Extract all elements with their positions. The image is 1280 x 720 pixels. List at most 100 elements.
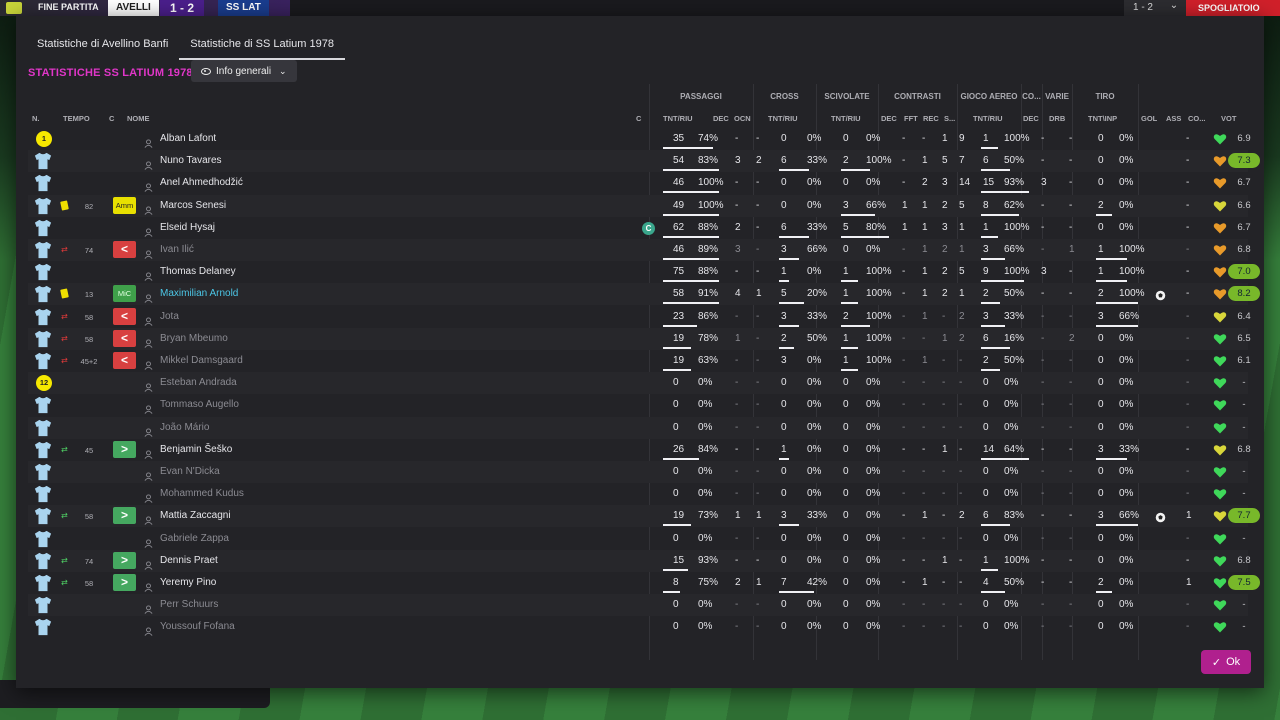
player-profile-icon[interactable]: [144, 157, 153, 171]
col-header-fouls[interactable]: FFT: [904, 114, 918, 123]
player-profile-icon[interactable]: [144, 535, 153, 548]
player-profile-icon[interactable]: [144, 468, 153, 481]
cross-accuracy: 33%: [807, 510, 828, 522]
table-row[interactable]: 12 Esteban Andrada 0 0% - - 0 0% 0 0% - - - - 0 0% - - 0 0%…: [28, 372, 1248, 395]
player-profile-icon[interactable]: [144, 268, 153, 282]
table-row[interactable]: ⇄ 45+2 < Mikkel Damsgaard 19 63% - -3 0% 1 100% -1-…: [28, 350, 1251, 372]
table-row[interactable]: Anel Ahmedhodžić 46 100% - -0 0% 0 0% -2 3 14 15 93%…: [28, 172, 1251, 194]
table-row[interactable]: 1 Alban Lafont 35 74% - -0 0% 0 0% - -1 9 1 100% - -0 0%…: [28, 128, 1251, 150]
table-row[interactable]: Thomas Delaney 75 88% - -1 0% 1 100% -1 2 5 9 100% 3-…: [28, 261, 1260, 283]
tab-away-stats[interactable]: Statistiche di SS Latium 1978: [179, 32, 345, 60]
col-header-recoveries[interactable]: REC: [923, 114, 939, 123]
table-row[interactable]: 82 Amm Marcos Senesi 49 100% - -0 0% 3 66% 1 1 2 5 8 62…: [28, 194, 1251, 217]
player-name-link[interactable]: Alban Lafont: [160, 133, 216, 144]
match-scoreboard[interactable]: FINE PARTITA AVELLI 1 - 2 SS LAT: [0, 0, 290, 16]
player-profile-icon[interactable]: [144, 490, 153, 504]
col-header-co-dec[interactable]: DEC: [1023, 114, 1039, 123]
col-header-card[interactable]: C: [109, 114, 114, 123]
player-name-link[interactable]: Marcos Senesi: [160, 200, 226, 211]
player-profile-icon[interactable]: [144, 335, 153, 348]
table-row[interactable]: 13 MiC Maximilian Arnold 58 91% 4 1 5 20% 1 100% -1…: [28, 283, 1260, 306]
player-name-link[interactable]: Elseid Hysaj: [160, 222, 215, 233]
player-name-link[interactable]: Benjamin Šeško: [160, 444, 232, 455]
table-row[interactable]: ⇄ 58 > Mattia Zaccagni 19 73% 1 1 3 33% 0 0% - 1 - 2 6 83…: [28, 505, 1260, 528]
col-header-rating[interactable]: VOT: [1221, 114, 1236, 123]
player-profile-icon[interactable]: [144, 424, 153, 437]
assists: -: [1186, 288, 1190, 300]
table-row[interactable]: ⇄ 45 > Benjamin Šeško 26 84% - -1 0% 0 0% - -1-14 64%…: [28, 439, 1251, 461]
table-row[interactable]: João Mário 0 0% - - 0 0% 0 0% - - - - 0 0% - - 0 0% - -: [28, 416, 1248, 439]
table-row[interactable]: Nuno Tavares 54 83% 3 2 6 33% 2 100% -1 5 7 6 50% - -0 0…: [28, 150, 1260, 173]
player-name-link[interactable]: Yeremy Pino: [160, 577, 216, 588]
col-header-tackle-att[interactable]: TNT/RIU: [831, 114, 861, 123]
player-name-link[interactable]: Ivan Ilić: [160, 244, 194, 255]
table-row[interactable]: ⇄ 74 < Ivan Ilić 46 89% 3-3 66% 0 0% -1 2 1 3 66% -1 1 10…: [28, 239, 1251, 261]
table-row[interactable]: Perr Schuurs 0 0% - - 0 0% 0 0% - - - - 0 0% - - 0 0% - -: [28, 594, 1248, 617]
table-row[interactable]: ⇄ 58 < Bryan Mbeumo 19 78% 1-2 50% 1 100% - -1 2 6 16%…: [28, 327, 1251, 350]
player-name-link[interactable]: Mikkel Damsgaard: [160, 355, 243, 366]
player-name-link[interactable]: Dennis Praet: [160, 555, 218, 566]
col-header-pass-dec[interactable]: DEC: [713, 114, 729, 123]
player-profile-icon[interactable]: [144, 202, 153, 215]
player-profile-icon[interactable]: [144, 313, 153, 326]
player-profile-icon[interactable]: [144, 401, 153, 415]
table-row[interactable]: ⇄ 74 > Dennis Praet 15 93% - -0 0% 0 0% - -1-1 100% - -…: [28, 549, 1251, 572]
col-header-pass-att[interactable]: TNT/RIU: [663, 114, 693, 123]
chevron-down-icon[interactable]: ⌄: [1162, 0, 1186, 16]
player-name-link[interactable]: Mattia Zaccagni: [160, 510, 231, 521]
player-profile-icon[interactable]: [144, 512, 153, 526]
player-name-link[interactable]: Mohammed Kudus: [160, 488, 244, 499]
player-name-link[interactable]: Jota: [160, 311, 179, 322]
col-header-aerial-att[interactable]: TNT/RIU: [973, 114, 1003, 123]
tab-home-stats[interactable]: Statistiche di Avellino Banfi: [26, 32, 179, 60]
player-profile-icon[interactable]: [144, 224, 153, 237]
player-name-link[interactable]: Thomas Delaney: [160, 266, 236, 277]
table-row[interactable]: Youssouf Fofana 0 0% - - 0 0% 0 0% - - - - 0 0% - - 0 0% - -: [28, 616, 1248, 638]
col-header-assists[interactable]: ASS: [1166, 114, 1181, 123]
ok-button[interactable]: ✓ Ok: [1201, 650, 1251, 674]
player-profile-icon[interactable]: [144, 290, 153, 304]
player-profile-icon[interactable]: [144, 246, 153, 259]
player-name-link[interactable]: Nuno Tavares: [160, 155, 222, 166]
view-selector-dropdown[interactable]: Info generali ⌄: [191, 60, 297, 82]
player-profile-icon[interactable]: [144, 379, 153, 393]
player-profile-icon[interactable]: [144, 135, 153, 148]
player-profile-icon[interactable]: [144, 357, 153, 370]
player-name-link[interactable]: Gabriele Zappa: [160, 533, 229, 544]
player-name-link[interactable]: Bryan Mbeumo: [160, 333, 228, 344]
player-profile-icon[interactable]: [144, 623, 153, 637]
table-row[interactable]: Mohammed Kudus 0 0% - - 0 0% 0 0% - - - - 0 0% - - 0 0% - -: [28, 483, 1248, 505]
player-name-link[interactable]: Tommaso Augello: [160, 399, 239, 410]
player-name-link[interactable]: Maximilian Arnold: [160, 288, 238, 299]
table-row[interactable]: Evan N'Dicka 0 0% - - 0 0% 0 0% - - - - 0 0% - - 0 0% - -: [28, 461, 1248, 483]
col-header-time[interactable]: TEMPO: [63, 114, 90, 123]
col-header-condition[interactable]: CO...: [1188, 114, 1206, 123]
table-row[interactable]: Gabriele Zappa 0 0% - - 0 0% 0 0% - - - - 0 0% - - 0 0% - -: [28, 528, 1248, 550]
player-name-link[interactable]: Youssouf Fofana: [160, 621, 235, 632]
player-profile-icon[interactable]: [144, 601, 153, 615]
player-name-link[interactable]: Anel Ahmedhodžić: [160, 177, 243, 188]
table-row[interactable]: ⇄ 58 < Jota 23 86% - -3 33% 2 100% -1-2 3 33% - -3 66% -6…: [28, 306, 1251, 328]
player-profile-icon[interactable]: [144, 579, 153, 592]
player-profile-icon[interactable]: [144, 446, 153, 459]
player-name-link[interactable]: João Mário: [160, 422, 209, 433]
col-header-goals[interactable]: GOL: [1141, 114, 1157, 123]
player-profile-icon[interactable]: [144, 179, 153, 193]
player-name-link[interactable]: Esteban Andrada: [160, 377, 237, 388]
col-header-name[interactable]: NOME: [127, 114, 150, 123]
player-name-link[interactable]: Perr Schuurs: [160, 599, 218, 610]
col-header-duel-dec[interactable]: DEC: [881, 114, 897, 123]
player-name-link[interactable]: Evan N'Dicka: [160, 466, 220, 477]
col-header-captain[interactable]: C: [636, 114, 641, 123]
col-header-dribbles[interactable]: DRB: [1049, 114, 1065, 123]
table-row[interactable]: Elseid Hysaj C 62 88% 2-6 33% 5 80% 1 1 3 1 1 100% - -0…: [28, 217, 1251, 239]
dressing-room-button[interactable]: SPOGLIATOIO: [1186, 0, 1280, 16]
col-header-s[interactable]: S...: [944, 114, 955, 123]
player-profile-icon[interactable]: [144, 557, 153, 570]
col-header-number[interactable]: N.: [32, 114, 40, 123]
col-header-cross-att[interactable]: TNT/RIU: [768, 114, 798, 123]
col-header-pass-ocn[interactable]: OCN: [734, 114, 751, 123]
col-header-shots[interactable]: TNT\INP: [1088, 114, 1117, 123]
table-row[interactable]: Tommaso Augello 0 0% - - 0 0% 0 0% - - - - 0 0% - - 0 0% - -: [28, 394, 1248, 416]
table-row[interactable]: ⇄ 58 > Yeremy Pino 8 75% 2 1 7 42% 0 0% - 1 - - 4 50% - - 2 0…: [28, 572, 1260, 594]
